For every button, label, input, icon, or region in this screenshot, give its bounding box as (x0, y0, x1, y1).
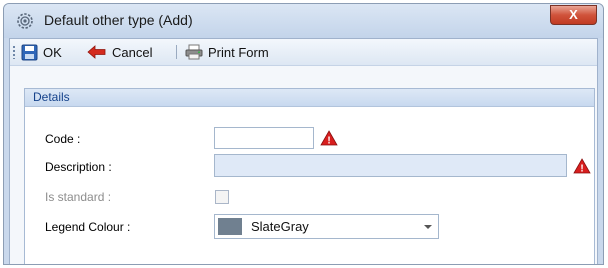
title-bar[interactable]: Default other type (Add) X (4, 4, 603, 38)
description-label: Description : (45, 160, 112, 174)
close-button[interactable]: X (550, 5, 597, 25)
save-icon (21, 44, 38, 60)
print-form-label: Print Form (208, 44, 269, 60)
code-label: Code : (45, 132, 81, 146)
window-title: Default other type (Add) (44, 12, 193, 28)
is-standard-label: Is standard : (45, 190, 112, 204)
chevron-down-icon[interactable] (424, 225, 432, 229)
description-warning-icon: ! (573, 158, 591, 174)
description-input[interactable] (214, 154, 567, 177)
toolbar-separator (176, 45, 177, 59)
form-area: Details Code : ! Description : ! Is stan… (10, 66, 597, 264)
cancel-button-label: Cancel (112, 44, 153, 60)
dialog-client-area: OK Cancel Print Form Details Code: ! De… (9, 38, 598, 264)
ok-button-label: OK (43, 44, 62, 60)
cancel-button[interactable]: Cancel (87, 43, 152, 61)
code-warning-icon: ! (320, 130, 338, 146)
svg-text:!: ! (580, 164, 583, 175)
toolbar: OK Cancel Print Form (10, 39, 597, 66)
dialog-window: Default other type (Add) X OK Cancel Pri… (3, 3, 604, 265)
ok-button[interactable]: OK (21, 43, 62, 61)
print-form-button[interactable]: Print Form (185, 43, 269, 61)
legend-colour-dropdown[interactable]: SlateGray (214, 214, 439, 239)
is-standard-checkbox[interactable] (215, 190, 229, 204)
legend-colour-swatch (218, 218, 242, 235)
details-group-header: Details (25, 89, 594, 107)
back-arrow-icon (87, 45, 106, 59)
details-group: Details Code : ! Description : ! Is stan… (24, 88, 595, 264)
details-group-title: Details (33, 90, 70, 104)
close-icon: X (569, 7, 578, 22)
print-icon (185, 44, 203, 60)
toolbar-grip-icon[interactable] (13, 46, 15, 59)
gear-icon (17, 13, 33, 29)
code-input[interactable] (214, 127, 314, 149)
legend-colour-value: SlateGray (251, 219, 309, 234)
legend-colour-label: Legend Colour : (45, 220, 131, 234)
svg-text:!: ! (327, 136, 330, 147)
